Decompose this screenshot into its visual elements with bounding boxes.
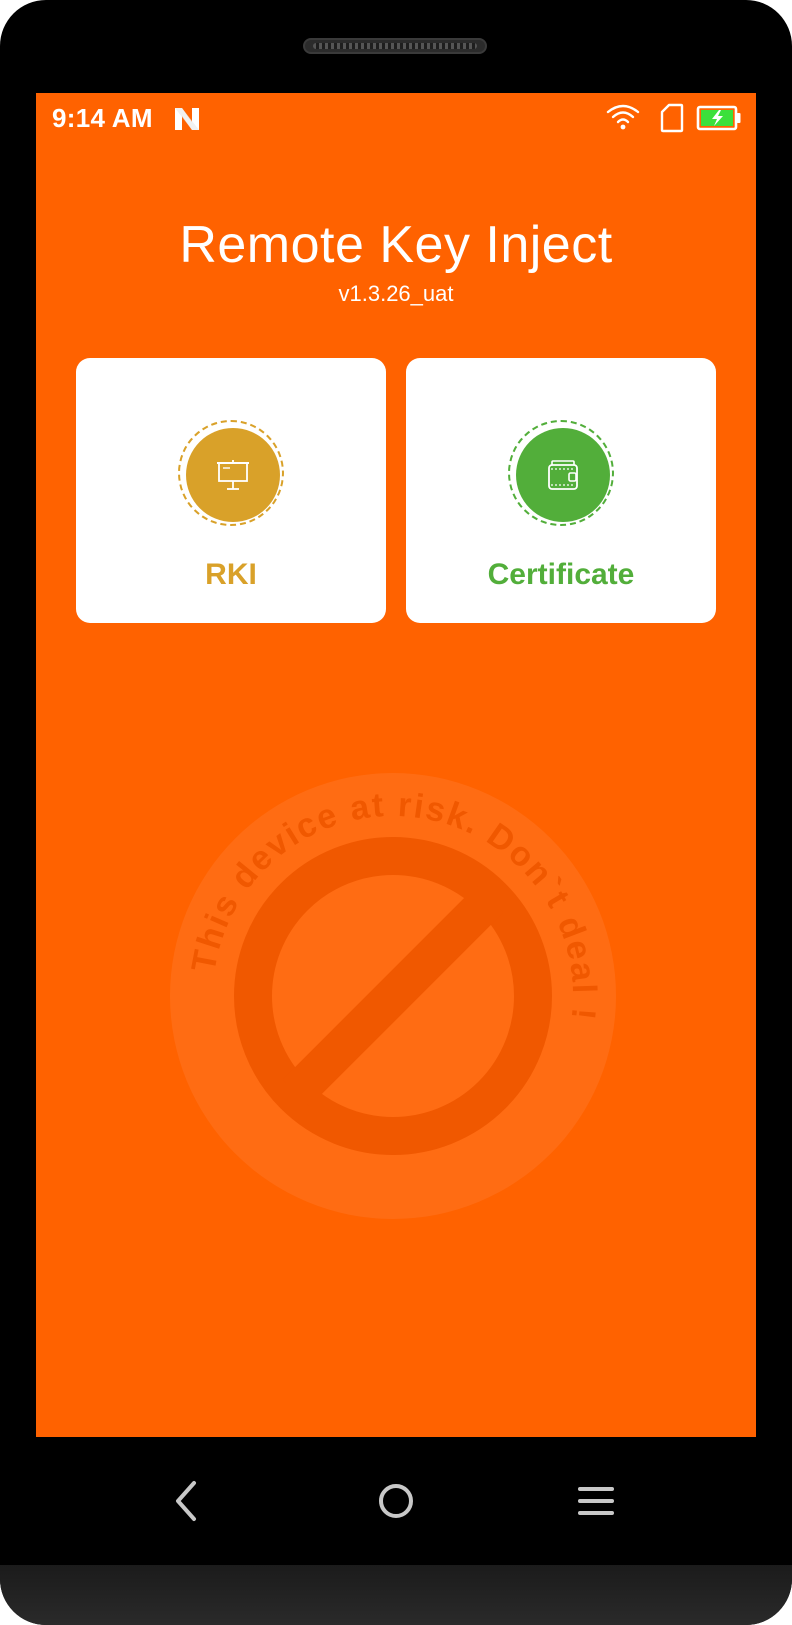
risk-watermark: This device at risk. Don`t deal ! — [170, 773, 616, 1219]
certificate-badge-fill — [516, 428, 610, 522]
battery-charging-icon — [696, 105, 741, 131]
status-time: 9:14 AM — [52, 103, 153, 133]
rki-card[interactable]: RKI — [76, 358, 386, 623]
wallet-icon — [548, 460, 578, 490]
phone-frame: 9:14 AM Remote Key Inject v1.3.26_uat RK… — [0, 0, 792, 1625]
status-bar: 9:14 AM — [36, 93, 756, 145]
app-screen: 9:14 AM Remote Key Inject v1.3.26_uat RK… — [36, 93, 756, 1437]
rki-label: RKI — [205, 558, 257, 591]
certificate-label: Certificate — [487, 558, 635, 591]
back-icon[interactable] — [158, 1471, 218, 1531]
navigation-bar — [0, 1437, 792, 1565]
sim-card-icon — [660, 103, 684, 133]
wifi-icon — [606, 104, 640, 130]
device-bottom-edge — [0, 1565, 792, 1625]
rki-badge — [178, 420, 284, 526]
menu-icon[interactable] — [566, 1471, 626, 1531]
rki-badge-fill — [186, 428, 280, 522]
earpiece-speaker — [303, 38, 487, 54]
presentation-board-icon — [217, 460, 249, 490]
certificate-card[interactable]: Certificate — [406, 358, 716, 623]
speaker-grille — [313, 43, 477, 49]
home-icon[interactable] — [366, 1471, 426, 1531]
app-version: v1.3.26_uat — [338, 281, 454, 306]
n-logo-icon — [175, 108, 199, 130]
certificate-badge — [508, 420, 614, 526]
app-title: Remote Key Inject — [179, 216, 613, 274]
